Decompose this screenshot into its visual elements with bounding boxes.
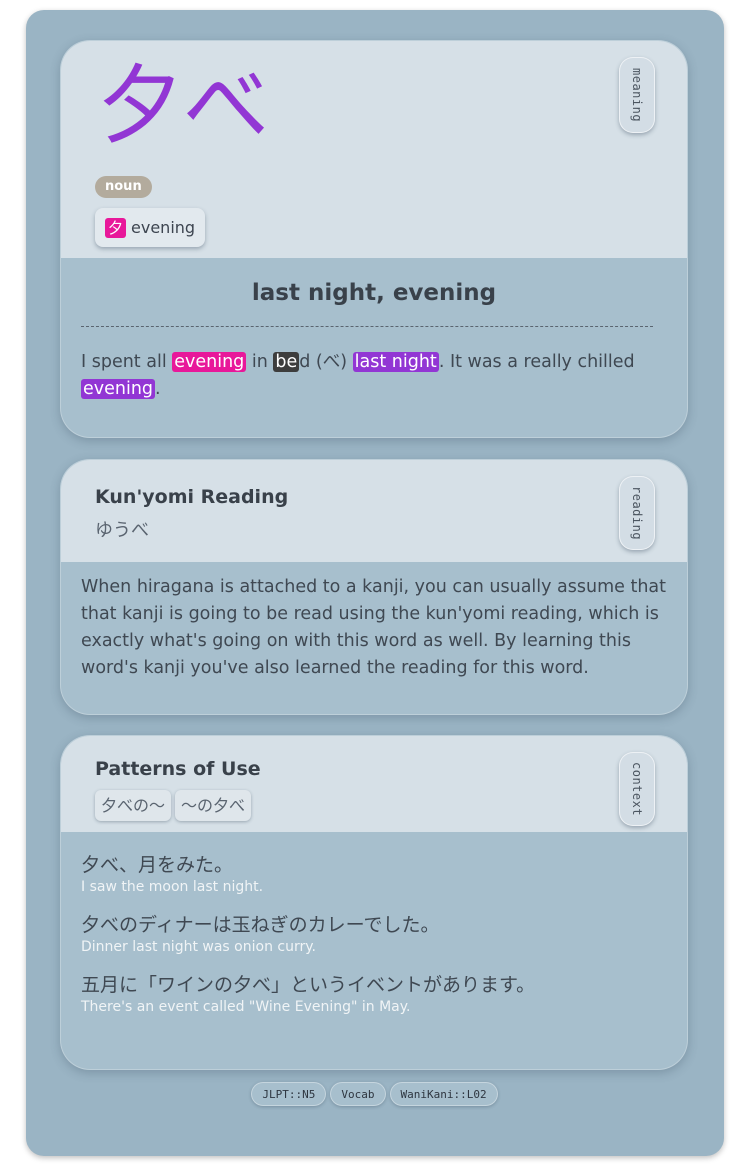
- context-card: Patterns of Use 夕べの〜 〜の夕べ context 夕べ、月をみ…: [60, 735, 688, 1070]
- divider: [81, 326, 653, 327]
- tab-meaning-label: meaning: [630, 67, 644, 123]
- vocab-highlight: evening: [81, 379, 156, 399]
- component-kanji: 夕: [105, 217, 127, 238]
- reading-kana: ゆうべ: [95, 520, 149, 541]
- mnemonic-text: in: [246, 352, 274, 372]
- sentence-japanese: 夕べのディナーは玉ねぎのカレーでした。: [81, 914, 440, 936]
- sentence-item: 夕べ、月をみた。 I saw the moon last night.: [81, 852, 667, 896]
- reading-card: Kun'yomi Reading ゆうべ reading When hiraga…: [60, 459, 688, 715]
- vocab-word: 夕べ: [97, 56, 269, 156]
- sentence-japanese: 五月に「ワインの夕べ」というイベントがあります。: [81, 974, 536, 996]
- tag-wanikani-level[interactable]: WaniKani::L02: [389, 1082, 498, 1106]
- sentence-english: Dinner last night was onion curry.: [81, 939, 316, 955]
- reading-section-title: Kun'yomi Reading: [95, 486, 289, 508]
- reading-card-header: Kun'yomi Reading ゆうべ reading: [61, 460, 687, 562]
- mnemonic-text: I spent all: [81, 352, 173, 372]
- reading-highlight: be: [273, 352, 300, 372]
- tag-jlpt[interactable]: JLPT::N5: [251, 1082, 327, 1106]
- tag-list: JLPT::N5 Vocab WaniKani::L02: [0, 1082, 749, 1106]
- tag-vocab[interactable]: Vocab: [330, 1082, 386, 1106]
- meaning-title: last night, evening: [251, 280, 497, 306]
- tab-meaning[interactable]: meaning: [619, 57, 655, 133]
- mnemonic-text: d (べ): [299, 352, 353, 372]
- context-card-header: Patterns of Use 夕べの〜 〜の夕べ context: [61, 736, 687, 832]
- tab-reading[interactable]: reading: [619, 476, 655, 550]
- component-kanji-chip[interactable]: 夕 evening: [95, 208, 206, 247]
- flashcard-container: 夕べ meaning noun 夕 evening last night, ev…: [26, 10, 724, 1156]
- mnemonic-text: . It was a really chilled: [438, 352, 635, 372]
- context-section-title: Patterns of Use: [95, 758, 261, 780]
- meaning-card: 夕べ meaning noun 夕 evening last night, ev…: [60, 40, 688, 438]
- tab-reading-label: reading: [630, 485, 644, 541]
- tab-context[interactable]: context: [619, 752, 655, 826]
- component-meaning: evening: [131, 218, 196, 237]
- meaning-card-header: 夕べ meaning noun 夕 evening: [61, 41, 687, 258]
- sentence-item: 五月に「ワインの夕べ」というイベントがあります。 There's an even…: [81, 972, 667, 1016]
- pattern-chip[interactable]: 夕べの〜: [95, 790, 172, 821]
- sentence-japanese: 夕べ、月をみた。: [81, 854, 234, 876]
- pattern-chip[interactable]: 〜の夕べ: [175, 790, 252, 821]
- mnemonic-text: .: [155, 379, 161, 399]
- pattern-chips: 夕べの〜 〜の夕べ: [95, 790, 252, 821]
- sentence-english: There's an event called "Wine Evening" i…: [81, 999, 411, 1015]
- context-sentences: 夕べ、月をみた。 I saw the moon last night. 夕べのデ…: [81, 852, 667, 1016]
- tab-context-label: context: [630, 761, 644, 817]
- vocab-highlight: last night: [352, 352, 439, 372]
- kanji-highlight: evening: [172, 352, 247, 372]
- sentence-item: 夕べのディナーは玉ねぎのカレーでした。 Dinner last night wa…: [81, 912, 667, 956]
- part-of-speech-badge: noun: [95, 176, 152, 198]
- sentence-english: I saw the moon last night.: [81, 879, 264, 895]
- reading-explanation: When hiragana is attached to a kanji, yo…: [81, 577, 667, 678]
- meaning-mnemonic: I spent all evening in be d (べ) last nigh…: [81, 349, 667, 403]
